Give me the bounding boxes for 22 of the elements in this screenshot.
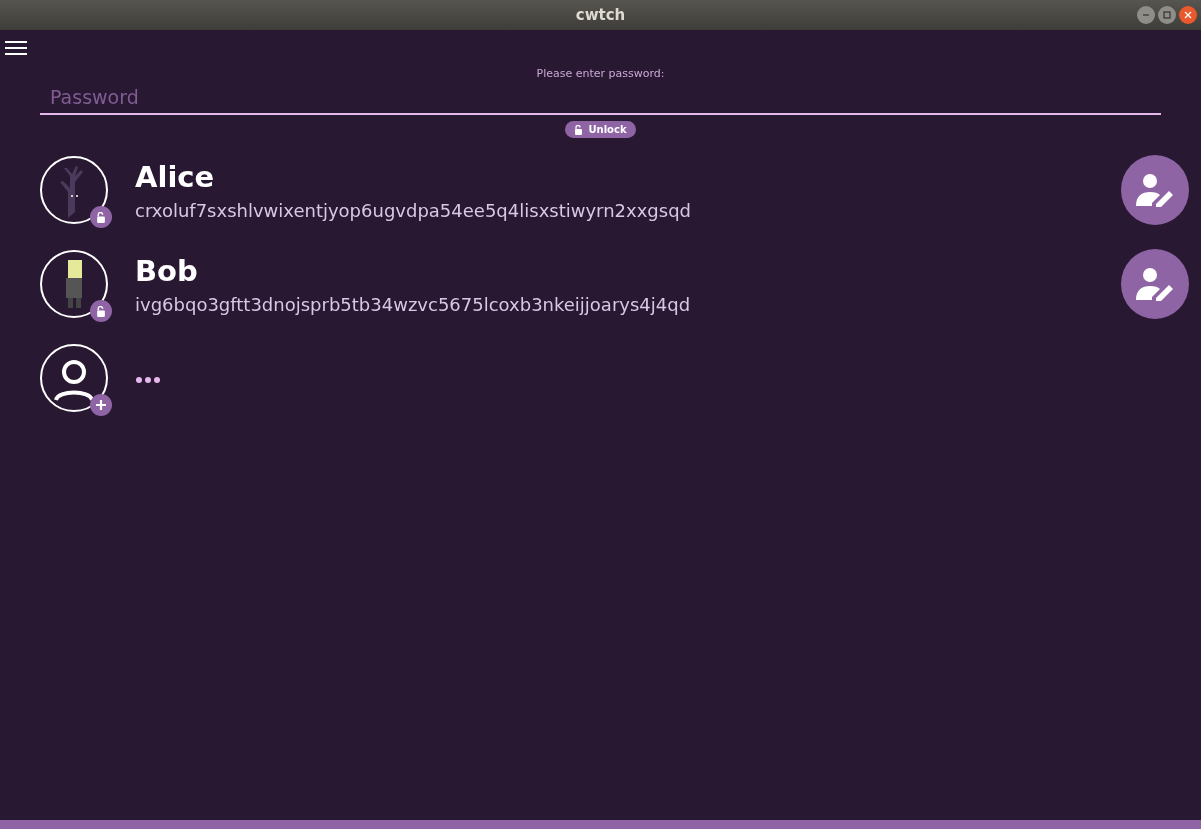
character-drawing xyxy=(66,260,82,308)
profile-address: ivg6bqo3gftt3dnojsprb5tb34wzvc5675lcoxb3nkeijjoarys4j4qd xyxy=(135,293,692,315)
close-button[interactable] xyxy=(1179,6,1197,24)
profile-name: Bob xyxy=(135,253,199,288)
profile-name: Alice xyxy=(135,159,216,194)
unlock-button[interactable]: Unlock xyxy=(565,121,636,138)
plus-badge-icon xyxy=(90,394,112,416)
minimize-button[interactable] xyxy=(1137,6,1155,24)
close-icon xyxy=(1184,11,1192,19)
minimize-icon xyxy=(1142,11,1150,19)
padlock-badge-icon xyxy=(90,300,112,322)
more-dots-icon[interactable] xyxy=(135,375,161,384)
password-prompt: Please enter password: xyxy=(535,67,666,80)
maximize-icon xyxy=(1163,11,1171,19)
window-title: cwtch xyxy=(575,6,626,24)
password-field[interactable]: Password xyxy=(40,80,1161,115)
edit-user-icon xyxy=(1135,173,1175,207)
menu-icon[interactable] xyxy=(4,39,28,57)
padlock-icon xyxy=(574,124,584,135)
edit-user-icon xyxy=(1135,267,1175,301)
profile-address: crxoluf7sxshlvwixentjyop6ugvdpa54ee5q4lisxstiwyrn2xxgsqd xyxy=(135,199,692,221)
padlock-badge-icon xyxy=(90,206,112,228)
